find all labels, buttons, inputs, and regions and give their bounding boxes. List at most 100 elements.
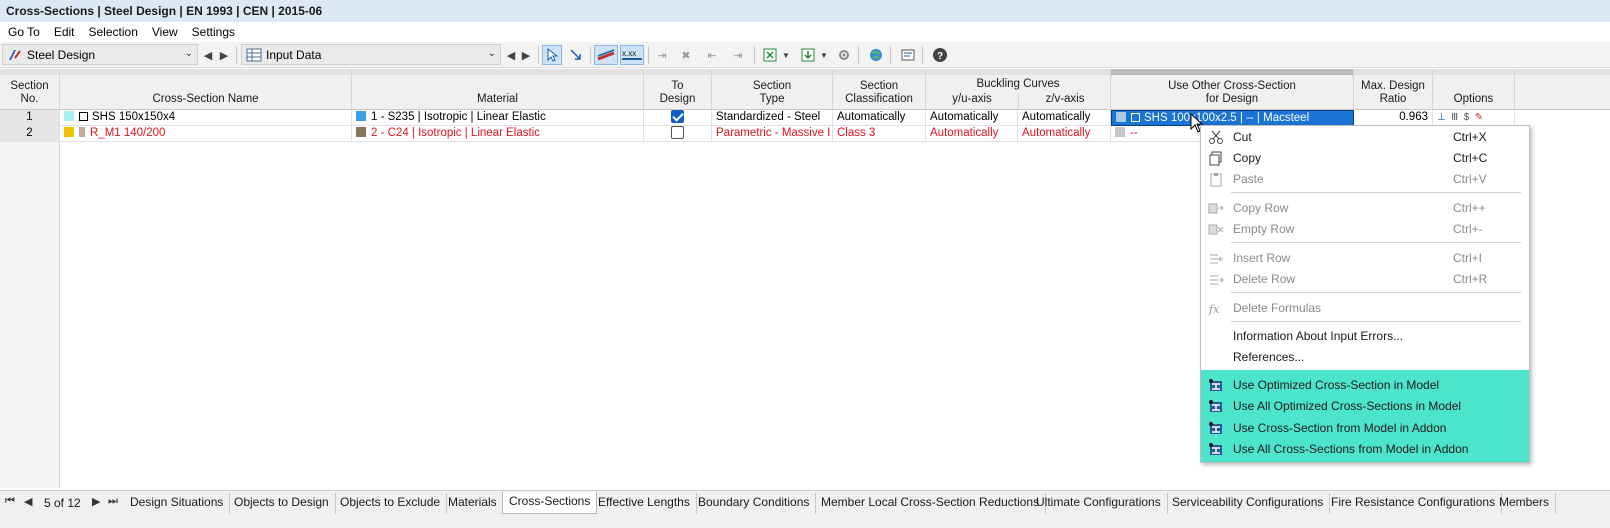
use-other-cross-section-cell[interactable]: SHS 100x100x2.5 | -- | Macsteel	[1111, 110, 1354, 126]
material-cell[interactable]: 1 - S235 | Isotropic | Linear Elastic	[352, 110, 644, 126]
row-number[interactable]: 1	[0, 110, 60, 126]
header-material[interactable]: Material	[352, 69, 644, 110]
cross-section-name-cell[interactable]: R_M1 140/200	[60, 126, 352, 142]
max-design-ratio-cell[interactable]: 0.963	[1354, 110, 1433, 126]
tab-members[interactable]: Members	[1493, 493, 1557, 514]
tab-fire-resistance-configurations[interactable]: Fire Resistance Configurations	[1325, 493, 1503, 514]
first-page-button[interactable]: ⏮	[5, 495, 15, 508]
tab-cross-sections[interactable]: Cross-Sections	[502, 492, 598, 514]
next-module-button[interactable]: ▶	[214, 45, 234, 65]
header-zv-axis[interactable]: z/v-axis	[1019, 93, 1111, 106]
section-type-cell[interactable]: Parametric - Massive I	[712, 126, 833, 142]
options-cell[interactable]: ⊥ Ⅲ $ ✎	[1433, 110, 1515, 126]
header-max-design-ratio[interactable]: Max. Design Ratio	[1354, 69, 1433, 110]
tab-ultimate-configurations[interactable]: Ultimate Configurations	[1030, 493, 1168, 514]
tab-objects-to-exclude[interactable]: Objects to Exclude	[334, 493, 448, 514]
to-design-checkbox[interactable]	[671, 126, 684, 139]
context-menu-use-from-model-in-addon[interactable]: Use Cross-Section from Model in Addon	[1201, 418, 1529, 439]
help-button[interactable]: ?	[930, 45, 950, 65]
header-options[interactable]: Options	[1433, 69, 1515, 110]
delete-row-tool-button[interactable]: ✖	[676, 45, 696, 65]
edit-icon[interactable]: ✎	[1475, 112, 1483, 123]
menu-settings[interactable]: Settings	[185, 22, 242, 42]
next-view-button[interactable]: ▶	[516, 45, 536, 65]
context-menu-insert-row[interactable]: Insert Row Ctrl+I	[1201, 248, 1529, 269]
buckling-yu-cell[interactable]: Automatically	[926, 110, 1018, 126]
context-menu-delete-formulas[interactable]: fx Delete Formulas	[1201, 298, 1529, 319]
web-service-button[interactable]	[866, 45, 886, 65]
header-section-no[interactable]: Section No.	[0, 69, 60, 110]
cross-section-name-cell[interactable]: SHS 150x150x4	[60, 110, 352, 126]
tab-boundary-conditions[interactable]: Boundary Conditions	[692, 493, 817, 514]
header-use-other-cross-section[interactable]: Use Other Cross-Section for Design	[1111, 69, 1354, 110]
import-dropdown-button[interactable]: ▼	[818, 45, 830, 65]
dollar-icon[interactable]: $	[1464, 112, 1470, 123]
menu-go-to[interactable]: Go To	[0, 22, 47, 42]
section-type-cell[interactable]: Standardized - Steel	[712, 110, 833, 126]
buckling-zv-cell[interactable]: Automatically	[1018, 110, 1111, 126]
sheet-tab-bar: ⏮ ◀ 5 of 12 ▶ ⏭ Design Situations Object…	[0, 490, 1610, 528]
import-excel-button[interactable]	[798, 45, 818, 65]
export-excel-button[interactable]	[760, 45, 780, 65]
to-design-checkbox[interactable]	[671, 110, 684, 123]
tab-objects-to-design[interactable]: Objects to Design	[228, 493, 336, 514]
context-menu-delete-row[interactable]: Delete Row Ctrl+R	[1201, 269, 1529, 290]
menu-view[interactable]: View	[145, 22, 185, 42]
material-cell[interactable]: 2 - C24 | Isotropic | Linear Elastic	[352, 126, 644, 142]
section-classification-cell[interactable]: Automatically	[833, 110, 926, 126]
menu-edit[interactable]: Edit	[47, 22, 82, 42]
select-in-model-button[interactable]	[542, 45, 562, 65]
report-button[interactable]	[898, 45, 918, 65]
menu-selection[interactable]: Selection	[82, 22, 145, 42]
context-menu-paste[interactable]: Paste Ctrl+V	[1201, 169, 1529, 190]
triangle-right-icon: ▶	[521, 49, 531, 62]
header-to-design[interactable]: To Design	[644, 69, 712, 110]
copy-row-tool-button[interactable]: ⇥	[652, 45, 672, 65]
table-row[interactable]: 1 SHS 150x150x4 1 - S235 | Isotropic | L…	[0, 110, 1556, 126]
section-classification-cell[interactable]: Class 3	[833, 126, 926, 142]
tab-effective-lengths[interactable]: Effective Lengths	[592, 493, 697, 514]
prev-page-button[interactable]: ◀	[24, 495, 32, 508]
profile-icon[interactable]: Ⅲ	[1451, 112, 1458, 123]
toolbar-separator	[648, 46, 649, 64]
pick-button[interactable]	[566, 45, 586, 65]
export-dropdown-button[interactable]: ▼	[780, 45, 792, 65]
context-menu-empty-row[interactable]: Empty Row Ctrl+-	[1201, 219, 1529, 240]
module-combo[interactable]: Steel Design ⌄	[2, 44, 198, 65]
view-combo-label: Input Data	[266, 47, 322, 62]
show-values-button[interactable]	[594, 45, 618, 65]
last-page-button[interactable]: ⏭	[108, 495, 118, 508]
context-menu-copy[interactable]: Copy Ctrl+C	[1201, 148, 1529, 169]
to-design-cell[interactable]	[644, 126, 712, 142]
show-numbers-button[interactable]: x.xx	[620, 45, 644, 65]
context-menu-use-optimized-in-model[interactable]: Use Optimized Cross-Section in Model	[1201, 375, 1529, 396]
select-cursor-icon	[547, 47, 559, 62]
context-menu-input-errors[interactable]: Information About Input Errors...	[1201, 326, 1529, 347]
next-page-button[interactable]: ▶	[92, 495, 100, 508]
context-menu-use-all-optimized-in-model[interactable]: Use All Optimized Cross-Sections in Mode…	[1201, 396, 1529, 417]
svg-text:fx: fx	[1208, 303, 1220, 316]
move-row-tool-button[interactable]: ⇥	[728, 45, 748, 65]
table-settings-button[interactable]	[834, 45, 854, 65]
to-design-cell[interactable]	[644, 110, 712, 126]
header-cross-section-name[interactable]: Cross-Section Name	[60, 69, 352, 110]
tab-member-local-cross-section-reductions[interactable]: Member Local Cross-Section Reductions	[815, 493, 1047, 514]
insert-row-tool-button[interactable]: ⇤	[702, 45, 722, 65]
buckling-yu-cell[interactable]: Automatically	[926, 126, 1018, 142]
triangle-right-icon: ▶	[92, 496, 101, 508]
context-menu-copy-row[interactable]: Copy Row Ctrl++	[1201, 198, 1529, 219]
tab-design-situations[interactable]: Design Situations	[124, 493, 231, 514]
header-section-type[interactable]: Section Type	[712, 69, 833, 110]
context-menu-use-all-from-model-in-addon[interactable]: Use All Cross-Sections from Model in Add…	[1201, 439, 1529, 460]
header-section-classification[interactable]: Section Classification	[833, 69, 926, 110]
tab-serviceability-configurations[interactable]: Serviceability Configurations	[1166, 493, 1331, 514]
header-yu-axis[interactable]: y/u-axis	[926, 93, 1018, 106]
hollow-section-icon	[79, 112, 88, 121]
view-combo[interactable]: Input Data ⌄	[241, 44, 501, 65]
cross-section-icon[interactable]: ⊥	[1437, 112, 1446, 123]
context-menu-references[interactable]: References...	[1201, 347, 1529, 368]
tab-materials[interactable]: Materials	[442, 493, 504, 514]
row-number[interactable]: 2	[0, 126, 60, 142]
context-menu-cut[interactable]: Cut Ctrl+X	[1201, 127, 1529, 148]
buckling-zv-cell[interactable]: Automatically	[1018, 126, 1111, 142]
